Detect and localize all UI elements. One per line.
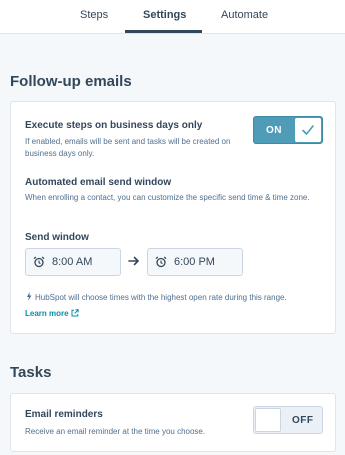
tab-settings[interactable]: Settings [143,9,186,21]
business-days-help: If enabled, emails will be sent and task… [25,137,231,158]
send-window-title: Automated email send window [25,177,172,188]
toggle-knob [255,408,281,432]
end-time-picker[interactable]: 6:00 PM [147,248,243,276]
toggle-knob [295,118,321,142]
tab-steps[interactable]: Steps [80,9,108,21]
start-time-value: 8:00 AM [52,256,93,268]
tab-automate[interactable]: Automate [221,9,268,21]
learn-more-label: Learn more [25,309,69,318]
arrow-right-icon [128,256,140,266]
learn-more-link[interactable]: Learn more [25,309,79,318]
tab-bar: Steps Settings Automate [0,0,345,34]
open-rate-hint: HubSpot will choose times with the highe… [25,292,287,302]
start-time-picker[interactable]: 8:00 AM [25,248,121,276]
tasks-card: Email reminders Receive an email reminde… [10,393,336,452]
email-reminders-toggle[interactable]: OFF [253,406,323,434]
send-window-help: When enrolling a contact, you can custom… [25,193,310,202]
followup-card: Execute steps on business days only If e… [10,101,336,334]
checkmark-icon [302,125,314,135]
email-reminders-help: Receive an email reminder at the time yo… [25,427,206,436]
external-link-icon [71,309,79,317]
end-time-value: 6:00 PM [174,256,215,268]
business-days-label: Execute steps on business days only [25,120,203,131]
sparkle-icon [27,292,32,301]
tasks-section-title: Tasks [10,364,52,381]
alarm-clock-icon [33,256,45,268]
followup-section-title: Follow-up emails [10,73,132,90]
toggle-off-label: OFF [292,415,314,426]
send-window-field-label: Send window [25,232,89,243]
business-days-toggle[interactable]: ON [253,116,323,144]
active-tab-indicator [125,30,202,33]
toggle-on-label: ON [266,125,282,136]
alarm-clock-icon [155,256,167,268]
open-rate-hint-text: HubSpot will choose times with the highe… [35,293,287,302]
email-reminders-label: Email reminders [25,409,103,420]
